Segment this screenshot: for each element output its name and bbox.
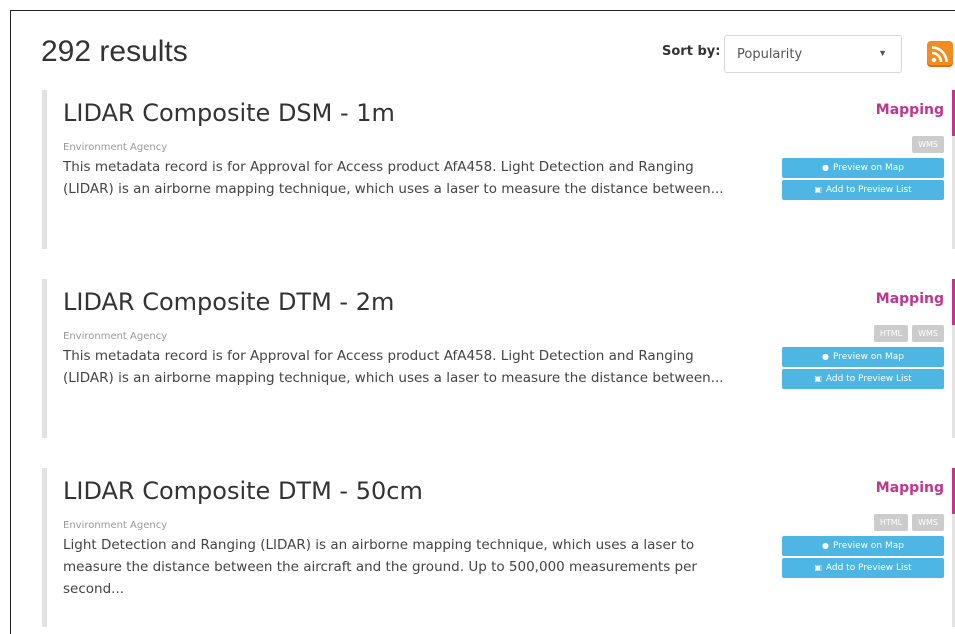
result-description: This metadata record is for Approval for… — [63, 348, 724, 386]
map-marker-icon: ● — [822, 352, 829, 361]
result-title[interactable]: LIDAR Composite DTM - 50cm — [63, 477, 423, 505]
result-title[interactable]: LIDAR Composite DSM - 1m — [63, 99, 395, 127]
result-left-border — [42, 468, 47, 627]
result-item: LIDAR Composite DSM - 1m Environment Age… — [42, 90, 955, 249]
add-to-preview-list-label: Add to Preview List — [825, 185, 912, 195]
result-category: Mapping — [875, 480, 944, 496]
map-marker-icon: ● — [822, 541, 829, 550]
format-badge[interactable]: WMS — [912, 136, 944, 153]
caret-down-icon: ▼ — [878, 48, 887, 58]
preview-on-map-button[interactable]: ● Preview on Map — [782, 158, 944, 178]
result-item: LIDAR Composite DTM - 50cm Environment A… — [42, 468, 955, 627]
result-item: LIDAR Composite DTM - 2m Environment Age… — [42, 279, 955, 438]
map-marker-icon: ● — [822, 163, 829, 172]
add-to-preview-list-button[interactable]: ▣ Add to Preview List — [782, 369, 944, 389]
format-badges: WMS — [912, 136, 944, 153]
add-to-preview-list-label: Add to Preview List — [825, 374, 912, 384]
sort-select[interactable]: Popularity ▼ — [724, 35, 902, 73]
result-publisher: Environment Agency — [63, 520, 168, 531]
cart-icon: ▣ — [814, 185, 822, 194]
format-badge[interactable]: WMS — [912, 325, 944, 342]
format-badges: HTML WMS — [873, 325, 944, 342]
preview-on-map-button[interactable]: ● Preview on Map — [782, 536, 944, 556]
rss-icon[interactable] — [927, 41, 953, 67]
preview-on-map-label: Preview on Map — [833, 541, 904, 551]
result-description: Light Detection and Ranging (LIDAR) is a… — [63, 537, 697, 597]
preview-on-map-label: Preview on Map — [833, 163, 904, 173]
results-panel: 292 results Sort by: Popularity ▼ LIDAR … — [10, 10, 955, 634]
sort-select-value: Popularity — [737, 47, 803, 62]
result-category: Mapping — [875, 102, 944, 118]
result-actions: ● Preview on Map ▣ Add to Preview List — [782, 347, 944, 391]
cart-icon: ▣ — [814, 374, 822, 383]
add-to-preview-list-button[interactable]: ▣ Add to Preview List — [782, 558, 944, 578]
result-actions: ● Preview on Map ▣ Add to Preview List — [782, 536, 944, 580]
preview-on-map-label: Preview on Map — [833, 352, 904, 362]
result-category: Mapping — [875, 291, 944, 307]
results-count: 292 results — [41, 35, 188, 68]
result-title[interactable]: LIDAR Composite DTM - 2m — [63, 288, 394, 316]
format-badge[interactable]: WMS — [912, 514, 944, 531]
sort-label: Sort by: — [662, 44, 721, 59]
add-to-preview-list-button[interactable]: ▣ Add to Preview List — [782, 180, 944, 200]
results-header: 292 results Sort by: Popularity ▼ — [41, 35, 955, 85]
cart-icon: ▣ — [814, 563, 822, 572]
result-publisher: Environment Agency — [63, 331, 168, 342]
format-badges: HTML WMS — [873, 514, 944, 531]
format-badge[interactable]: HTML — [873, 514, 909, 531]
result-publisher: Environment Agency — [63, 142, 168, 153]
result-description: This metadata record is for Approval for… — [63, 159, 724, 197]
preview-on-map-button[interactable]: ● Preview on Map — [782, 347, 944, 367]
result-left-border — [42, 90, 47, 249]
add-to-preview-list-label: Add to Preview List — [825, 563, 912, 573]
result-left-border — [42, 279, 47, 438]
result-actions: ● Preview on Map ▣ Add to Preview List — [782, 158, 944, 202]
format-badge[interactable]: HTML — [873, 325, 909, 342]
